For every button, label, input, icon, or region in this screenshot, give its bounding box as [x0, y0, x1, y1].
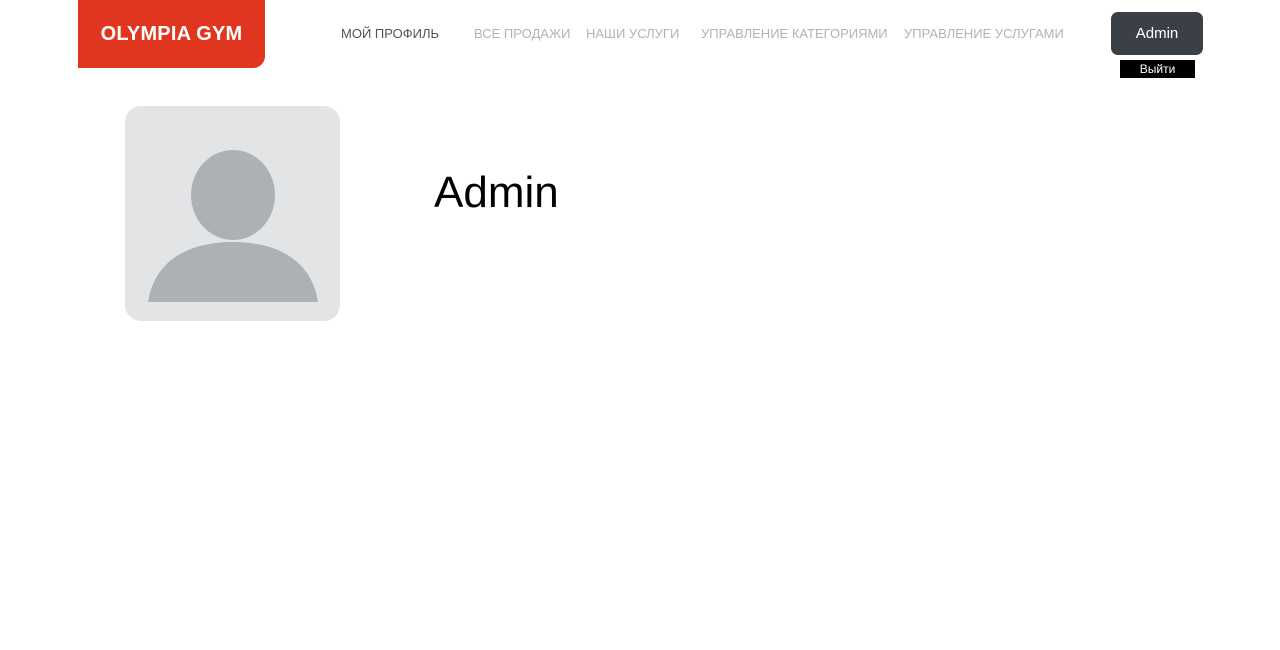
brand-name: OLYMPIA GYM	[100, 22, 243, 45]
user-menu-label: Admin	[1135, 25, 1179, 42]
profile-page: OLYMPIA GYM МОЙ ПРОФИЛЬ ВСЕ ПРОДАЖИ НАШИ…	[0, 0, 1280, 650]
logout-label: Выйти	[1139, 62, 1176, 76]
logout-button[interactable]: Выйти	[1120, 60, 1195, 78]
nav-item-my-profile[interactable]: МОЙ ПРОФИЛЬ	[341, 26, 439, 41]
nav-item-our-services[interactable]: НАШИ УСЛУГИ	[586, 26, 679, 41]
user-placeholder-icon	[148, 150, 318, 302]
avatar	[125, 106, 340, 321]
brand-logo[interactable]: OLYMPIA GYM	[78, 0, 265, 68]
nav-item-all-sales[interactable]: ВСЕ ПРОДАЖИ	[474, 26, 570, 41]
profile-name: Admin	[434, 168, 559, 217]
nav-item-manage-categories[interactable]: УПРАВЛЕНИЕ КАТЕГОРИЯМИ	[701, 26, 888, 41]
nav-item-manage-services[interactable]: УПРАВЛЕНИЕ УСЛУГАМИ	[904, 26, 1064, 41]
user-menu-button[interactable]: Admin	[1111, 12, 1203, 55]
